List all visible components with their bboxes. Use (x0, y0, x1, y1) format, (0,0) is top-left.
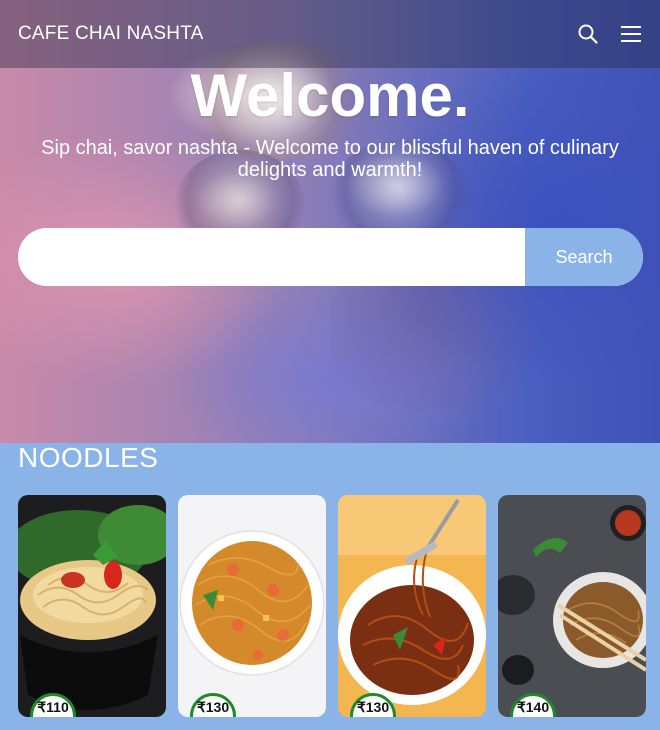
search-icon[interactable] (578, 24, 598, 44)
shrimp-noodles-image (178, 495, 326, 717)
brand-title[interactable]: CAFE CHAI NASHTA (18, 23, 203, 45)
search-bar: Search (18, 228, 643, 286)
section-title: NOODLES (18, 442, 159, 473)
menu-card[interactable]: ₹130 (338, 495, 486, 717)
search-button[interactable]: Search (525, 228, 643, 286)
menu-icon[interactable] (620, 25, 642, 43)
hero-tagline: Sip chai, savor nashta - Welcome to our … (41, 137, 619, 181)
noodle-bowl-image (18, 495, 166, 717)
hakka-noodles-image (338, 495, 486, 717)
menu-card[interactable]: ₹130 (178, 495, 326, 717)
hero-heading: Welcome. (190, 62, 470, 129)
menu-cards: ₹110 ₹130 ₹130 ₹140 (18, 495, 646, 717)
menu-card[interactable]: ₹110 (18, 495, 166, 717)
search-input[interactable] (18, 228, 525, 286)
menu-card[interactable]: ₹140 (498, 495, 646, 717)
navbar: CAFE CHAI NASHTA (0, 0, 660, 68)
soba-noodles-image (498, 495, 646, 717)
nav-icons (578, 24, 642, 44)
